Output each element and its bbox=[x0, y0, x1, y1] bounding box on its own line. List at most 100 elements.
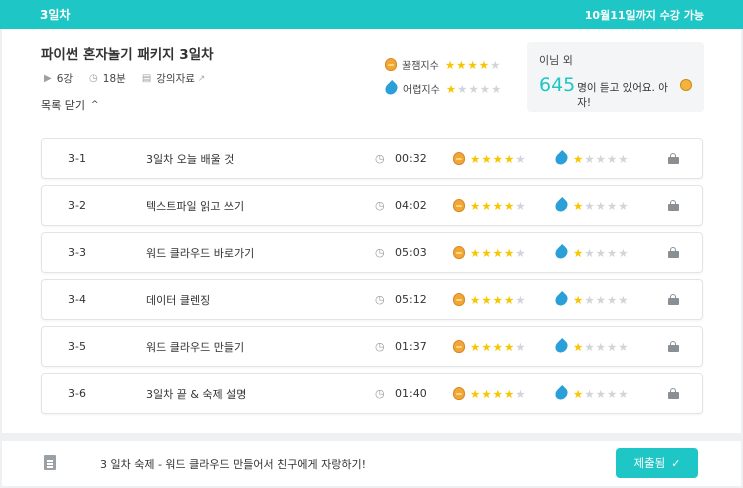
hard-star: ★ bbox=[606, 386, 619, 401]
fun-star: ★ bbox=[470, 386, 482, 401]
hard-index-stars-star: ★ bbox=[491, 81, 503, 96]
honey-icon bbox=[385, 58, 397, 71]
hard-star: ★ bbox=[618, 245, 630, 260]
fun-index-stars-star: ★ bbox=[478, 57, 491, 72]
lesson-fun-index: ★★★★★ bbox=[453, 387, 527, 401]
clock-icon: ◷ bbox=[375, 293, 385, 306]
lesson-hard-stars: ★★★★★ bbox=[573, 199, 630, 213]
collapse-list-toggle[interactable]: 목록 닫기 ^ bbox=[41, 97, 99, 113]
fun-star: ★ bbox=[492, 386, 504, 401]
fun-star: ★ bbox=[515, 292, 527, 307]
course-meta: ▶ 6강 ◷ 18분 ▤ 강의자료 ↗ bbox=[44, 71, 221, 86]
lesson-hard-index: ★★★★★ bbox=[553, 244, 630, 261]
fun-index-stars-star: ★ bbox=[467, 57, 479, 72]
hard-star: ★ bbox=[618, 151, 630, 166]
water-drop-icon bbox=[553, 150, 570, 167]
deadline-label: 10월11일까지 수강 가능 bbox=[584, 8, 704, 22]
lesson-title: 데이터 클렌징 bbox=[146, 293, 211, 307]
clock-icon: ◷ bbox=[375, 387, 385, 400]
hard-star: ★ bbox=[618, 339, 630, 354]
lesson-number: 3-6 bbox=[68, 387, 86, 400]
lesson-row[interactable]: 3-2 텍스트파일 읽고 쓰기 ◷ 04:02 ★★★★★ ★★★★★ bbox=[41, 185, 703, 226]
fun-index-stars-star: ★ bbox=[444, 57, 457, 72]
lesson-fun-index: ★★★★★ bbox=[453, 199, 527, 213]
fun-star: ★ bbox=[481, 245, 493, 260]
students-count: 645 bbox=[539, 74, 576, 96]
water-drop-icon bbox=[383, 80, 400, 97]
lesson-time: 04:02 bbox=[395, 199, 427, 212]
hard-star: ★ bbox=[606, 292, 619, 307]
lesson-row[interactable]: 3-5 워드 클라우드 만들기 ◷ 01:37 ★★★★★ ★★★★★ bbox=[41, 326, 703, 367]
lesson-time: 05:03 bbox=[395, 246, 427, 259]
students-count-box: 이님 외 645 명이 듣고 있어요. 아자! bbox=[527, 42, 704, 112]
fun-star: ★ bbox=[503, 245, 516, 260]
water-drop-icon bbox=[553, 385, 570, 402]
chevron-up-icon: ^ bbox=[90, 100, 99, 110]
hard-star: ★ bbox=[595, 339, 607, 354]
collapse-list-label: 목록 닫기 bbox=[41, 99, 85, 112]
lesson-title: 텍스트파일 읽고 쓰기 bbox=[146, 199, 245, 213]
lesson-hard-index: ★★★★★ bbox=[553, 291, 630, 308]
hard-index-stars-star: ★ bbox=[479, 81, 492, 96]
lesson-hard-stars: ★★★★★ bbox=[573, 293, 630, 307]
hard-star: ★ bbox=[595, 386, 607, 401]
fun-star: ★ bbox=[503, 151, 516, 166]
hard-star: ★ bbox=[618, 386, 630, 401]
hard-star: ★ bbox=[573, 151, 585, 166]
lesson-time: 05:12 bbox=[395, 293, 427, 306]
fun-star: ★ bbox=[470, 339, 482, 354]
unlock-icon bbox=[668, 200, 679, 211]
lesson-row[interactable]: 3-1 3일차 오늘 배울 것 ◷ 00:32 ★★★★★ ★★★★★ bbox=[41, 138, 703, 179]
fun-star: ★ bbox=[515, 245, 527, 260]
homework-text: 3 일차 숙제 - 워드 클라우드 만들어서 친구에게 자랑하기! bbox=[100, 458, 366, 471]
lesson-time: 01:37 bbox=[395, 340, 427, 353]
hard-index-stars: ★★★★★ bbox=[446, 82, 503, 96]
hard-star: ★ bbox=[595, 245, 607, 260]
honey-icon bbox=[453, 199, 465, 212]
lesson-title: 3일차 끝 & 숙제 설명 bbox=[146, 387, 247, 401]
fun-index-stars-star: ★ bbox=[490, 57, 502, 72]
lesson-number: 3-3 bbox=[68, 246, 86, 259]
day-label: 3일차 bbox=[40, 8, 71, 22]
hard-star: ★ bbox=[584, 292, 596, 307]
fun-star: ★ bbox=[503, 198, 516, 213]
water-drop-icon bbox=[553, 338, 570, 355]
fun-star: ★ bbox=[470, 292, 482, 307]
lesson-fun-stars: ★★★★★ bbox=[470, 152, 527, 166]
course-header-bar: 3일차 10월11일까지 수강 가능 bbox=[0, 0, 743, 29]
fun-star: ★ bbox=[492, 292, 504, 307]
students-who: 이님 외 bbox=[539, 54, 573, 67]
lesson-row[interactable]: 3-4 데이터 클렌징 ◷ 05:12 ★★★★★ ★★★★★ bbox=[41, 279, 703, 320]
unlock-icon bbox=[668, 294, 679, 305]
fun-star: ★ bbox=[515, 386, 527, 401]
course-title: 파이썬 혼자놀기 패키지 3일차 bbox=[41, 47, 214, 63]
hard-star: ★ bbox=[618, 292, 630, 307]
homework-document-icon bbox=[44, 455, 56, 470]
duration-label: 18분 bbox=[102, 73, 126, 85]
lesson-row[interactable]: 3-6 3일차 끝 & 숙제 설명 ◷ 01:40 ★★★★★ ★★★★★ bbox=[41, 373, 703, 414]
lesson-fun-stars: ★★★★★ bbox=[470, 199, 527, 213]
lesson-fun-stars: ★★★★★ bbox=[470, 387, 527, 401]
lesson-fun-stars: ★★★★★ bbox=[470, 246, 527, 260]
unlock-icon bbox=[668, 153, 679, 164]
external-link-icon: ↗ bbox=[197, 73, 206, 84]
lesson-hard-index: ★★★★★ bbox=[553, 197, 630, 214]
document-icon: ▤ bbox=[141, 73, 152, 84]
unlock-icon bbox=[668, 388, 679, 399]
submitted-button[interactable]: 제출됨 ✓ bbox=[616, 448, 698, 478]
water-drop-icon bbox=[553, 291, 570, 308]
fun-star: ★ bbox=[492, 198, 504, 213]
hard-star: ★ bbox=[584, 198, 596, 213]
hard-star: ★ bbox=[584, 386, 596, 401]
clock-icon: ◷ bbox=[89, 73, 98, 84]
honey-icon bbox=[453, 387, 465, 400]
lesson-time: 01:40 bbox=[395, 387, 427, 400]
clap-icon bbox=[680, 79, 692, 91]
hard-index-stars-star: ★ bbox=[457, 81, 469, 96]
lesson-number: 3-2 bbox=[68, 199, 86, 212]
hard-star: ★ bbox=[584, 245, 596, 260]
materials-link[interactable]: ▤ 강의자료 ↗ bbox=[142, 71, 206, 86]
lesson-row[interactable]: 3-3 워드 클라우드 바로가기 ◷ 05:03 ★★★★★ ★★★★★ bbox=[41, 232, 703, 273]
fun-star: ★ bbox=[481, 151, 493, 166]
fun-index-stars: ★★★★★ bbox=[445, 58, 502, 72]
